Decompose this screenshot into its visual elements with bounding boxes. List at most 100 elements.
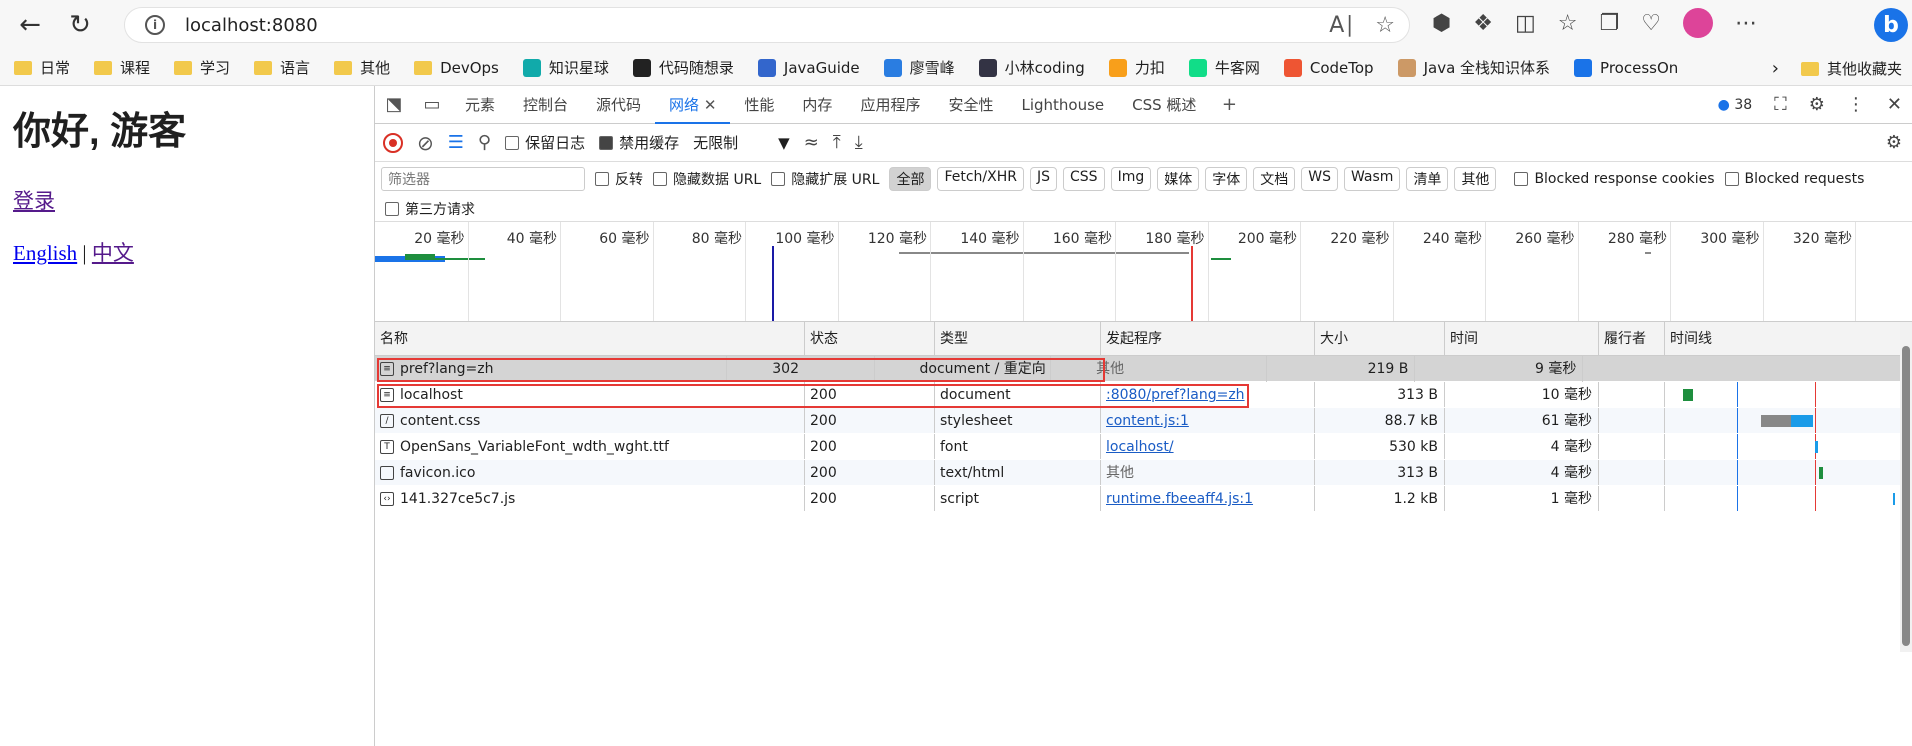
read-aloud-icon[interactable]: A∣ <box>1329 13 1355 38</box>
disable-cache-box[interactable] <box>599 135 614 150</box>
tab-1[interactable]: 控制台 <box>509 86 582 124</box>
network-settings-gear-icon[interactable]: ⚙ <box>1886 132 1902 153</box>
table-row[interactable]: ≡ localhost 200 document:8080/pref?lang=zh 3… <box>375 382 1912 408</box>
third-party-box[interactable] <box>385 201 399 216</box>
search-icon[interactable]: ⚲ <box>478 132 491 153</box>
table-row[interactable]: ∕ content.css 200 stylesheet content.js:1 88.… <box>375 408 1912 434</box>
invert-checkbox[interactable]: 反转 <box>595 169 643 189</box>
column-header[interactable]: 名称 <box>375 322 805 355</box>
filter-input[interactable]: 筛选器 <box>381 167 585 191</box>
table-row[interactable]: ≡ pref?lang=zh 302 document / 重定向 其他 219 B 9 毫… <box>375 355 1912 382</box>
tab-5[interactable]: 内存 <box>788 86 846 124</box>
filter-icon[interactable]: ☰ <box>448 132 464 153</box>
chevron-right-icon[interactable]: › <box>1772 58 1779 79</box>
tab-0[interactable]: 元素 <box>451 86 509 124</box>
site-info-icon[interactable]: i <box>145 15 165 35</box>
type-filter-pill[interactable]: Img <box>1110 167 1152 191</box>
more-options-icon[interactable]: ⋮ <box>1847 94 1865 115</box>
bookmark-item[interactable]: 其他 <box>334 57 390 78</box>
network-conditions-icon[interactable]: ≈ <box>804 132 819 153</box>
close-tab-icon[interactable]: ✕ <box>699 96 717 114</box>
bookmark-item[interactable]: 日常 <box>14 57 70 78</box>
browser-essentials-icon[interactable]: ♡ <box>1641 11 1661 36</box>
type-filter-pill[interactable]: 媒体 <box>1157 167 1200 191</box>
record-button[interactable] <box>383 132 403 153</box>
type-filter-pill[interactable]: JS <box>1030 167 1058 191</box>
bookmark-item[interactable]: 知识星球 <box>522 57 609 78</box>
bookmark-item[interactable]: 学习 <box>174 57 230 78</box>
type-filter-pill[interactable]: CSS <box>1063 167 1105 191</box>
column-header[interactable]: 时间线 <box>1665 322 1901 355</box>
bookmark-item[interactable]: 牛客网 <box>1188 57 1260 78</box>
throttling-select[interactable]: 无限制 ▼ <box>693 132 790 153</box>
tab-4[interactable]: 性能 <box>730 86 788 124</box>
tab-8[interactable]: Lighthouse <box>1007 86 1118 124</box>
hide-ext-url-checkbox[interactable]: 隐藏扩展 URL <box>771 169 879 189</box>
type-filter-pill[interactable]: 全部 <box>889 167 932 191</box>
table-row[interactable]: ‹› 141.327ce5c7.js 200 script runtime.fbeeaf… <box>375 486 1912 512</box>
tab-7[interactable]: 安全性 <box>934 86 1007 124</box>
bookmark-item[interactable]: 小林coding <box>978 57 1085 78</box>
column-header[interactable]: 履行者 <box>1599 322 1665 355</box>
bookmark-item[interactable]: 廖雪峰 <box>883 57 955 78</box>
initiator-link[interactable]: :8080/pref?lang=zh <box>1106 387 1245 403</box>
type-filter-pill[interactable]: 字体 <box>1205 167 1248 191</box>
collections-icon[interactable]: ❐ <box>1599 11 1619 36</box>
tab-3[interactable]: 网络 ✕ <box>655 86 731 124</box>
login-link[interactable]: 登录 <box>13 189 55 213</box>
add-tab-icon[interactable]: + <box>1210 94 1248 115</box>
back-button[interactable]: ← <box>10 5 50 45</box>
type-filter-pill[interactable]: Wasm <box>1343 167 1401 191</box>
type-filter-pill[interactable]: WS <box>1301 167 1338 191</box>
bookmark-item[interactable]: DevOps <box>414 59 499 77</box>
blocked-cookies-box[interactable] <box>1514 172 1529 186</box>
table-row[interactable]: favicon.ico 200 text/html 其他 313 B4 毫秒 <box>375 460 1912 486</box>
blocked-cookies-checkbox[interactable]: Blocked response cookies <box>1514 171 1715 187</box>
blocked-requests-box[interactable] <box>1724 172 1739 186</box>
column-header[interactable]: 状态 <box>805 322 935 355</box>
type-filter-pill[interactable]: 其他 <box>1454 167 1497 191</box>
preserve-log-box[interactable] <box>505 135 520 150</box>
settings-gear-icon[interactable]: ⚙ <box>1809 94 1825 115</box>
disable-cache-checkbox[interactable]: 禁用缓存 <box>599 132 679 153</box>
column-header[interactable]: 类型 <box>935 322 1101 355</box>
extensions-icon[interactable]: ❖ <box>1473 11 1493 36</box>
split-screen-icon[interactable]: ◫ <box>1515 11 1536 36</box>
scrollbar-thumb[interactable] <box>1902 346 1910 646</box>
bookmark-item[interactable]: 语言 <box>254 57 310 78</box>
clear-icon[interactable]: ⊘ <box>417 131 434 155</box>
bookmark-item[interactable]: JavaGuide <box>757 58 860 77</box>
favorites-icon[interactable]: ☆ <box>1558 11 1578 36</box>
preserve-log-checkbox[interactable]: 保留日志 <box>505 132 585 153</box>
type-filter-pill[interactable]: 文档 <box>1253 167 1296 191</box>
third-party-checkbox[interactable]: 第三方请求 <box>385 199 475 219</box>
tab-9[interactable]: CSS 概述 <box>1118 86 1210 124</box>
bookmark-item[interactable]: CodeTop <box>1283 58 1374 77</box>
initiator-link[interactable]: localhost/ <box>1106 439 1174 455</box>
devices-icon[interactable]: ⛶ <box>1774 94 1787 115</box>
inspect-element-icon[interactable]: ⬔ <box>375 94 413 115</box>
bookmark-item[interactable]: ProcessOn <box>1574 58 1678 77</box>
url-text[interactable]: localhost:8080 <box>185 15 318 36</box>
bookmark-item[interactable]: Java 全栈知识体系 <box>1397 57 1550 78</box>
close-devtools-icon[interactable]: ✕ <box>1887 94 1902 115</box>
blocked-requests-checkbox[interactable]: Blocked requests <box>1724 171 1864 187</box>
favorite-star-icon[interactable]: ☆ <box>1375 13 1395 38</box>
hide-data-url-checkbox[interactable]: 隐藏数据 URL <box>653 169 761 189</box>
hide-ext-url-box[interactable] <box>771 172 786 186</box>
device-toolbar-icon[interactable]: ▭ <box>413 94 451 115</box>
bookmark-item[interactable]: 课程 <box>94 57 150 78</box>
issues-counter[interactable]: ● 38 <box>1718 97 1753 113</box>
tab-6[interactable]: 应用程序 <box>846 86 934 124</box>
bookmark-item[interactable]: 代码随想录 <box>632 57 734 78</box>
address-bar[interactable]: i localhost:8080 A∣ ☆ <box>124 7 1410 43</box>
chinese-link[interactable]: 中文 <box>92 241 134 265</box>
other-bookmarks[interactable]: › 其他收藏夹 <box>1772 58 1902 79</box>
table-row[interactable]: T OpenSans_VariableFont_wdth_wght.ttf 200 f… <box>375 434 1912 460</box>
avatar[interactable] <box>1682 8 1713 38</box>
english-link[interactable]: English <box>13 241 77 265</box>
bookmark-item[interactable]: 力扣 <box>1108 57 1165 78</box>
export-har-icon[interactable]: ⤓ <box>855 132 863 153</box>
bing-copilot-icon[interactable]: b <box>1874 8 1908 42</box>
hide-data-url-box[interactable] <box>653 172 667 186</box>
